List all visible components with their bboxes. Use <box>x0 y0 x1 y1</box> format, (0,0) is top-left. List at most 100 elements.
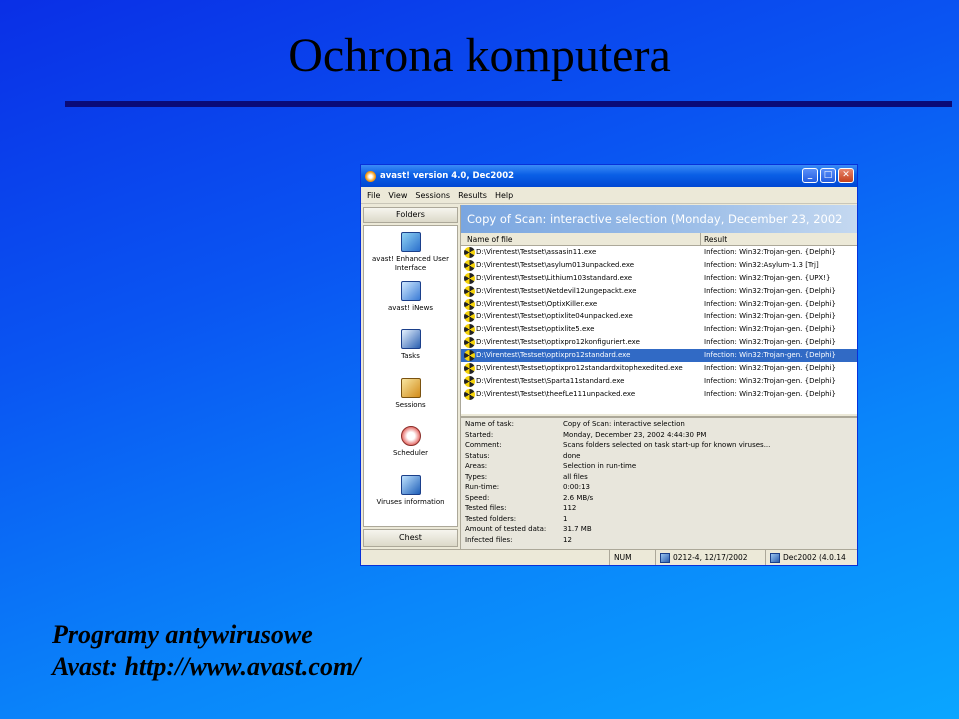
viruses-info-icon <box>400 474 421 495</box>
detail-row: Status: done <box>461 451 857 462</box>
table-row[interactable]: D:\Virentest\Testset\Netdevil12ungepackt… <box>461 285 857 298</box>
file-path: D:\Virentest\Testset\optixpro12konfiguri… <box>476 338 640 347</box>
detail-key: Status: <box>465 451 490 460</box>
result-cell: Infection: Win32:Trojan-gen. {Delphi} <box>704 248 836 256</box>
results-pane: Copy of Scan: interactive selection (Mon… <box>461 205 857 549</box>
detail-row: Tested folders: 1 <box>461 514 857 525</box>
sidebar-item-label: avast! iNews <box>387 303 433 312</box>
status-bar: NUM 0212-4, 12/17/2002 Dec2002 (4.0.14 <box>361 549 857 565</box>
menu-sessions[interactable]: Sessions <box>415 191 450 200</box>
result-cell: Infection: Win32:Asylum-1.3 [Trj] <box>704 260 819 269</box>
detail-row: Comment: Scans folders selected on task s… <box>461 440 857 451</box>
result-cell: Infection: Win32:Trojan-gen. {Delphi} <box>704 389 836 398</box>
menu-view[interactable]: View <box>388 191 407 200</box>
slide-title: Ochrona komputera <box>288 29 671 82</box>
folders-header[interactable]: Folders <box>363 207 458 223</box>
chest-button[interactable]: Chest <box>363 529 458 547</box>
biohazard-icon <box>464 350 475 362</box>
menu-file[interactable]: File <box>367 191 380 200</box>
close-button[interactable]: ✕ <box>838 168 854 183</box>
file-cell: D:\Virentest\Testset\optixpro12standardx… <box>461 362 701 375</box>
sidebar-item-scheduler[interactable]: Scheduler <box>364 420 457 469</box>
result-cell: Infection: Win32:Trojan-gen. {Delphi} <box>704 364 836 373</box>
sidebar-item-label: Viruses information <box>376 497 445 506</box>
file-path: D:\Virentest\Testset\Sparta11standard.ex… <box>476 376 625 385</box>
result-cell: Infection: Win32:Trojan-gen. {Delphi} <box>704 325 836 334</box>
sidebar-item-label: avast! Enhanced User Interface <box>372 255 449 272</box>
biohazard-icon <box>464 285 475 297</box>
file-cell: D:\Virentest\Testset\Netdevil12ungepackt… <box>461 285 701 298</box>
avast-app-icon <box>365 170 376 182</box>
sidebar-item-viruses-info[interactable]: Viruses information <box>364 469 457 518</box>
biohazard-icon <box>464 324 475 336</box>
table-row[interactable]: D:\Virentest\Testset\assasin11.exe Infect… <box>461 246 857 259</box>
biohazard-icon <box>464 375 475 387</box>
sidebar-item-label: Scheduler <box>392 449 429 457</box>
file-path: D:\Virentest\Testset\assasin11.exe <box>476 248 597 256</box>
file-path: D:\Virentest\Testset\Netdevil12ungepackt… <box>476 286 637 295</box>
detail-value: 2.6 MB/s <box>563 493 594 502</box>
detail-value: Copy of Scan: interactive selection <box>563 420 685 428</box>
results-table: D:\Virentest\Testset\assasin11.exe Infect… <box>461 246 857 414</box>
detail-key: Types: <box>465 472 488 481</box>
file-path: D:\Virentest\Testset\theefLe111unpacked.… <box>476 389 636 398</box>
minimize-button[interactable]: _ <box>802 168 818 183</box>
title-divider <box>65 101 952 107</box>
file-cell: D:\Virentest\Testset\Sparta11standard.ex… <box>461 375 701 388</box>
table-row[interactable]: D:\Virentest\Testset\theefLe111unpacked.… <box>461 388 857 401</box>
table-row[interactable]: D:\Virentest\Testset\optixlite04unpacked… <box>461 310 857 323</box>
sidebar-item-enhanced-ui[interactable]: avast! Enhanced User Interface <box>364 226 457 275</box>
file-cell: D:\Virentest\Testset\assasin11.exe <box>461 246 701 259</box>
folders-sidebar: Folders avast! Enhanced User Interface a… <box>361 205 461 549</box>
table-row[interactable]: D:\Virentest\Testset\optixpro12standard.… <box>461 349 857 363</box>
maximize-button[interactable]: □ <box>820 168 836 183</box>
detail-value: 1 <box>563 514 568 523</box>
detail-key: Infected files: <box>465 535 513 544</box>
table-row[interactable]: D:\Virentest\Testset\optixpro12standardx… <box>461 362 857 375</box>
menu-results[interactable]: Results <box>458 191 487 200</box>
detail-row: Tested files: 112 <box>461 503 857 514</box>
detail-row: Started: Monday, December 23, 2002 4:44:3… <box>461 430 857 441</box>
table-row[interactable]: D:\Virentest\Testset\Lithium103standard.… <box>461 272 857 285</box>
caption-line-2: Avast: http://www.avast.com/ <box>52 652 361 681</box>
file-cell: D:\Virentest\Testset\OptixKiller.exe <box>461 298 701 311</box>
table-row[interactable]: D:\Virentest\Testset\optixlite5.exe Infec… <box>461 323 857 336</box>
sidebar-item-inews[interactable]: avast! iNews <box>364 275 457 324</box>
file-cell: D:\Virentest\Testset\optixlite5.exe <box>461 323 701 336</box>
table-row[interactable]: D:\Virentest\Testset\optixpro12konfiguri… <box>461 336 857 349</box>
window-titlebar[interactable]: avast! version 4.0, Dec2002 _ □ ✕ <box>361 165 857 187</box>
detail-key: Comment: <box>465 441 502 449</box>
detail-value: 0:00:13 <box>563 483 590 491</box>
detail-key: Speed: <box>465 493 490 502</box>
biohazard-icon <box>464 272 475 284</box>
num-lock-indicator: NUM <box>609 550 655 565</box>
vps-text: 0212-4, 12/17/2002 <box>673 552 748 562</box>
detail-key: Run-time: <box>465 483 500 491</box>
table-row[interactable]: D:\Virentest\Testset\Sparta11standard.ex… <box>461 375 857 388</box>
detail-row: Amount of tested data: 31.7 MB <box>461 524 857 535</box>
column-header-result[interactable]: Result <box>701 233 857 245</box>
result-cell: Infection: Win32:Trojan-gen. {Delphi} <box>704 351 836 360</box>
file-cell: D:\Virentest\Testset\optixpro12konfiguri… <box>461 336 701 349</box>
table-row[interactable]: D:\Virentest\Testset\asylum013unpacked.e… <box>461 259 857 272</box>
detail-row: Run-time: 0:00:13 <box>461 482 857 493</box>
file-cell: D:\Virentest\Testset\Lithium103standard.… <box>461 272 701 285</box>
sidebar-item-tasks[interactable]: Tasks <box>364 323 457 372</box>
detail-value: all files <box>563 472 588 481</box>
file-path: D:\Virentest\Testset\optixpro12standardx… <box>476 364 683 373</box>
detail-key: Tested folders: <box>465 514 517 523</box>
menu-bar: File View Sessions Results Help <box>361 187 857 204</box>
file-cell: D:\Virentest\Testset\optixlite04unpacked… <box>461 310 701 323</box>
result-cell: Infection: Win32:Trojan-gen. {Delphi} <box>704 286 836 295</box>
column-header-file[interactable]: Name of file <box>461 233 701 245</box>
menu-help[interactable]: Help <box>495 191 513 200</box>
file-cell: D:\Virentest\Testset\theefLe111unpacked.… <box>461 388 701 401</box>
detail-key: Amount of tested data: <box>465 525 547 533</box>
file-path: D:\Virentest\Testset\OptixKiller.exe <box>476 299 598 308</box>
table-row[interactable]: D:\Virentest\Testset\OptixKiller.exe Infe… <box>461 298 857 311</box>
biohazard-icon <box>464 388 475 400</box>
scan-header: Copy of Scan: interactive selection (Mon… <box>461 205 857 233</box>
biohazard-icon <box>464 246 475 258</box>
sidebar-item-sessions[interactable]: Sessions <box>364 372 457 421</box>
biohazard-icon <box>464 337 475 349</box>
